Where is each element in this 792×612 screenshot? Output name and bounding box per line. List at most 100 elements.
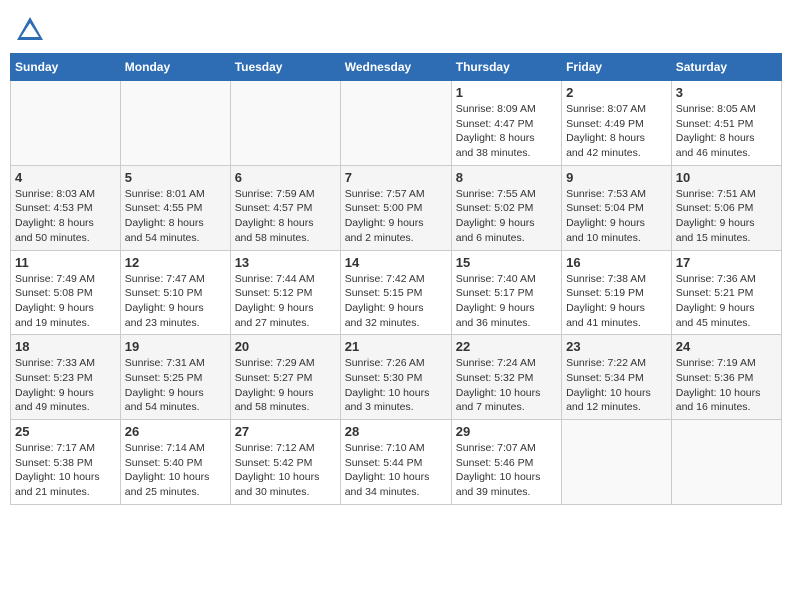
calendar-cell: 7 Sunrise: 7:57 AM Sunset: 5:00 PM Daylig… [340,165,451,250]
calendar-cell [11,81,121,166]
calendar-week-row: 4 Sunrise: 8:03 AM Sunset: 4:53 PM Daylig… [11,165,782,250]
day-info: Sunrise: 7:44 AM Sunset: 5:12 PM Dayligh… [235,272,336,331]
day-of-week-header: Monday [120,54,230,81]
calendar-cell [230,81,340,166]
day-info: Sunrise: 7:51 AM Sunset: 5:06 PM Dayligh… [676,187,777,246]
calendar-week-row: 25Sunrise: 7:17 AM Sunset: 5:38 PM Dayli… [11,420,782,505]
day-info: Sunrise: 7:26 AM Sunset: 5:30 PM Dayligh… [345,356,447,415]
day-of-week-header: Tuesday [230,54,340,81]
calendar-cell: 4 Sunrise: 8:03 AM Sunset: 4:53 PM Daylig… [11,165,121,250]
day-info: Sunrise: 7:31 AM Sunset: 5:25 PM Dayligh… [125,356,226,415]
day-number: 2 [566,85,667,100]
day-number: 21 [345,339,447,354]
day-number: 5 [125,170,226,185]
day-info: Sunrise: 7:59 AM Sunset: 4:57 PM Dayligh… [235,187,336,246]
day-info: Sunrise: 7:40 AM Sunset: 5:17 PM Dayligh… [456,272,557,331]
calendar-cell: 16 Sunrise: 7:38 AM Sunset: 5:19 PM Dayli… [562,250,672,335]
day-number: 13 [235,255,336,270]
day-of-week-header: Saturday [671,54,781,81]
day-number: 14 [345,255,447,270]
day-info: Sunrise: 7:49 AM Sunset: 5:08 PM Dayligh… [15,272,116,331]
day-number: 7 [345,170,447,185]
day-number: 17 [676,255,777,270]
day-number: 19 [125,339,226,354]
day-number: 10 [676,170,777,185]
day-info: Sunrise: 7:47 AM Sunset: 5:10 PM Dayligh… [125,272,226,331]
day-info: Sunrise: 8:01 AM Sunset: 4:55 PM Dayligh… [125,187,226,246]
calendar-cell: 26 Sunrise: 7:14 AM Sunset: 5:40 PM Dayli… [120,420,230,505]
calendar-header-row: SundayMondayTuesdayWednesdayThursdayFrid… [11,54,782,81]
day-number: 15 [456,255,557,270]
day-of-week-header: Sunday [11,54,121,81]
day-number: 28 [345,424,447,439]
calendar-cell: 20 Sunrise: 7:29 AM Sunset: 5:27 PM Dayli… [230,335,340,420]
calendar-cell: 24 Sunrise: 7:19 AM Sunset: 5:36 PM Dayli… [671,335,781,420]
day-number: 4 [15,170,116,185]
day-info: Sunrise: 8:09 AM Sunset: 4:47 PM Dayligh… [456,102,557,161]
day-info: Sunrise: 7:12 AM Sunset: 5:42 PM Dayligh… [235,441,336,500]
calendar-cell: 22 Sunrise: 7:24 AM Sunset: 5:32 PM Dayli… [451,335,561,420]
day-number: 23 [566,339,667,354]
calendar-cell: 11 Sunrise: 7:49 AM Sunset: 5:08 PM Dayli… [11,250,121,335]
day-info: Sunrise: 7:29 AM Sunset: 5:27 PM Dayligh… [235,356,336,415]
day-number: 12 [125,255,226,270]
day-info: Sunrise: 7:55 AM Sunset: 5:02 PM Dayligh… [456,187,557,246]
day-info: Sunrise: 7:24 AM Sunset: 5:32 PM Dayligh… [456,356,557,415]
day-info: Sunrise: 7:14 AM Sunset: 5:40 PM Dayligh… [125,441,226,500]
day-of-week-header: Wednesday [340,54,451,81]
day-info: Sunrise: 7:10 AM Sunset: 5:44 PM Dayligh… [345,441,447,500]
day-info: Sunrise: 7:57 AM Sunset: 5:00 PM Dayligh… [345,187,447,246]
day-number: 9 [566,170,667,185]
calendar-cell [340,81,451,166]
day-info: Sunrise: 7:42 AM Sunset: 5:15 PM Dayligh… [345,272,447,331]
calendar-week-row: 18 Sunrise: 7:33 AM Sunset: 5:23 PM Dayli… [11,335,782,420]
day-number: 8 [456,170,557,185]
day-number: 22 [456,339,557,354]
calendar-cell: 21 Sunrise: 7:26 AM Sunset: 5:30 PM Dayli… [340,335,451,420]
day-number: 26 [125,424,226,439]
calendar-cell: 25Sunrise: 7:17 AM Sunset: 5:38 PM Dayli… [11,420,121,505]
day-number: 18 [15,339,116,354]
calendar-cell: 17 Sunrise: 7:36 AM Sunset: 5:21 PM Dayli… [671,250,781,335]
day-info: Sunrise: 7:22 AM Sunset: 5:34 PM Dayligh… [566,356,667,415]
calendar-cell: 1 Sunrise: 8:09 AM Sunset: 4:47 PM Daylig… [451,81,561,166]
day-info: Sunrise: 7:53 AM Sunset: 5:04 PM Dayligh… [566,187,667,246]
day-info: Sunrise: 8:03 AM Sunset: 4:53 PM Dayligh… [15,187,116,246]
day-info: Sunrise: 8:05 AM Sunset: 4:51 PM Dayligh… [676,102,777,161]
calendar-cell: 14 Sunrise: 7:42 AM Sunset: 5:15 PM Dayli… [340,250,451,335]
day-info: Sunrise: 7:33 AM Sunset: 5:23 PM Dayligh… [15,356,116,415]
calendar-cell: 3 Sunrise: 8:05 AM Sunset: 4:51 PM Daylig… [671,81,781,166]
calendar-cell: 2 Sunrise: 8:07 AM Sunset: 4:49 PM Daylig… [562,81,672,166]
day-info: Sunrise: 7:07 AM Sunset: 5:46 PM Dayligh… [456,441,557,500]
calendar-cell [120,81,230,166]
day-number: 3 [676,85,777,100]
day-of-week-header: Thursday [451,54,561,81]
calendar-cell: 28 Sunrise: 7:10 AM Sunset: 5:44 PM Dayli… [340,420,451,505]
day-info: Sunrise: 7:38 AM Sunset: 5:19 PM Dayligh… [566,272,667,331]
day-info: Sunrise: 7:19 AM Sunset: 5:36 PM Dayligh… [676,356,777,415]
calendar-week-row: 1 Sunrise: 8:09 AM Sunset: 4:47 PM Daylig… [11,81,782,166]
day-number: 6 [235,170,336,185]
calendar-cell: 15 Sunrise: 7:40 AM Sunset: 5:17 PM Dayli… [451,250,561,335]
day-number: 1 [456,85,557,100]
day-info: Sunrise: 7:36 AM Sunset: 5:21 PM Dayligh… [676,272,777,331]
day-number: 16 [566,255,667,270]
day-info: Sunrise: 7:17 AM Sunset: 5:38 PM Dayligh… [15,441,116,500]
calendar-week-row: 11 Sunrise: 7:49 AM Sunset: 5:08 PM Dayli… [11,250,782,335]
day-number: 24 [676,339,777,354]
day-of-week-header: Friday [562,54,672,81]
logo-icon [15,15,45,45]
day-number: 11 [15,255,116,270]
calendar-cell: 19 Sunrise: 7:31 AM Sunset: 5:25 PM Dayli… [120,335,230,420]
day-number: 20 [235,339,336,354]
calendar-cell: 23 Sunrise: 7:22 AM Sunset: 5:34 PM Dayli… [562,335,672,420]
calendar-cell [562,420,672,505]
calendar-cell: 5 Sunrise: 8:01 AM Sunset: 4:55 PM Daylig… [120,165,230,250]
logo [15,15,49,45]
page-header [10,10,782,45]
calendar-cell: 9 Sunrise: 7:53 AM Sunset: 5:04 PM Daylig… [562,165,672,250]
day-number: 29 [456,424,557,439]
day-info: Sunrise: 8:07 AM Sunset: 4:49 PM Dayligh… [566,102,667,161]
calendar-cell: 29 Sunrise: 7:07 AM Sunset: 5:46 PM Dayli… [451,420,561,505]
day-number: 27 [235,424,336,439]
